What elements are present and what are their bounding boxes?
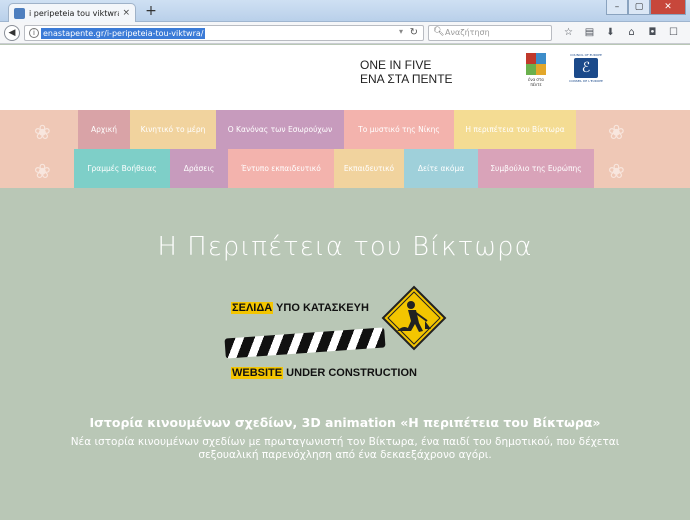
site-favicon-icon [14,7,25,19]
page-title: Η Περιπέτεια του Βίκτωρα [157,232,533,262]
download-icon[interactable]: ⬇ [604,26,617,39]
search-icon: 🔍︎ [433,27,445,37]
browser-toolbar: ☆ ▤ ⬇ ⌂ ◘ ☐ ≡ [562,26,690,39]
under-construction-graphic: ΣΕΛΙΔΑ ΥΠΟ ΚΑΤΑΣΚΕΥΗ WEBSITE UNDER CONST… [224,285,465,390]
close-window-button[interactable]: ✕ [650,0,686,15]
tab-title: i peripeteia tou viktwra – Εισ [29,8,120,18]
menu-item-council-of-europe[interactable]: Συμβούλιο της Ευρώπης [478,149,594,188]
main-menu-row-2: Γραμμές Βοήθειας Δράσεις Έντυπο εκπαιδευ… [0,149,690,188]
council-of-europe-logo[interactable]: COUNCIL OF EUROPE ℰ CONSEIL DE L'EUROPE [566,53,606,89]
construction-bottom-text: WEBSITE UNDER CONSTRUCTION [231,367,417,379]
home-icon[interactable]: ⌂ [625,26,638,39]
chat-icon[interactable]: ☐ [667,26,680,39]
coe-emblem-icon: ℰ [574,58,598,78]
one-in-five-logo-text: ένα στα πέντε [528,77,544,87]
search-placeholder: Αναζήτηση [445,28,490,37]
menu-item-niki-secret[interactable]: Το μυστικό της Νίκης [344,110,454,149]
back-button[interactable]: ◀ [4,25,20,41]
construction-bottom-rest: UNDER CONSTRUCTION [283,367,417,379]
site-header: ONE IN FIVE ΕΝΑ ΣΤΑ ΠΕΝΤΕ ένα στα πέντε … [0,45,690,110]
browser-titlebar: i peripeteia tou viktwra – Εισ × + – ▢ ✕ [0,0,690,22]
menu-item-viktor-adventure[interactable]: Η περιπέτεια του Βίκτωρα [454,110,576,149]
minimize-button[interactable]: – [606,0,628,15]
construction-bottom-highlight: WEBSITE [231,367,284,379]
new-tab-button[interactable]: + [143,3,159,19]
tab-close-icon[interactable]: × [122,8,130,18]
one-in-five-logo[interactable]: ένα στα πέντε [524,53,548,91]
coe-logo-top-text: COUNCIL OF EUROPE [570,53,602,57]
bookmark-star-icon[interactable]: ☆ [562,26,575,39]
site-title-en: ONE IN FIVE [360,58,432,72]
menu-item-printed-material[interactable]: Έντυπο εκπαιδευτικό [228,149,334,188]
site-title[interactable]: ONE IN FIVE ΕΝΑ ΣΤΑ ΠΕΝΤΕ [360,58,453,86]
menu-item-see-more[interactable]: Δείτε ακόμα [404,149,478,188]
menu-item-home[interactable]: Αρχική [78,110,130,149]
search-bar[interactable]: 🔍︎ Αναζήτηση [428,25,552,41]
construction-worker-sign-icon [381,285,447,351]
construction-top-text: ΣΕΛΙΔΑ ΥΠΟ ΚΑΤΑΣΚΕΥΗ [231,302,369,314]
construction-top-highlight: ΣΕΛΙΔΑ [231,302,274,314]
url-text[interactable]: enastapente.gr/i-peripeteia-tou-viktwra/ [41,28,206,39]
description-text: Νέα ιστορία κινουμένων σχεδίων με πρωταγ… [70,436,620,461]
browser-tab[interactable]: i peripeteia tou viktwra – Εισ × [8,3,136,22]
url-dropdown-icon[interactable]: ▾ [399,27,403,36]
maximize-button[interactable]: ▢ [628,0,650,15]
construction-top-rest: ΥΠΟ ΚΑΤΑΣΚΕΥΗ [273,302,369,314]
menu-item-underwear-rule[interactable]: Ο Κανόνας των Εσωρούχων [216,110,344,149]
menu-item-helplines[interactable]: Γραμμές Βοήθειας [74,149,170,188]
menu-item-actions[interactable]: Δράσεις [170,149,228,188]
address-bar[interactable]: i enastapente.gr/i-peripeteia-tou-viktwr… [24,25,424,41]
main-menu-row-1: Αρχική Κινητικό το μέρη Ο Κανόνας των Εσ… [0,110,690,149]
pocket-icon[interactable]: ◘ [646,26,659,39]
menu-item-educational[interactable]: Εκπαιδευτικό [334,149,404,188]
one-in-five-badge-icon [526,53,546,75]
site-title-gr: ΕΝΑ ΣΤΑ ΠΕΝΤΕ [360,72,453,86]
reading-list-icon[interactable]: ▤ [583,26,596,39]
description-title: Ιστορία κινουμένων σχεδίων, 3D animation… [89,415,601,430]
window-controls: – ▢ ✕ [606,0,686,15]
reload-icon[interactable]: ↻ [410,27,418,38]
hazard-stripe [224,327,386,359]
menu-item-2[interactable]: Κινητικό το μέρη [130,110,216,149]
browser-navbar: ◀ i enastapente.gr/i-peripeteia-tou-vikt… [0,22,690,44]
coe-logo-bottom-text: CONSEIL DE L'EUROPE [569,79,603,83]
info-icon[interactable]: i [29,28,39,38]
